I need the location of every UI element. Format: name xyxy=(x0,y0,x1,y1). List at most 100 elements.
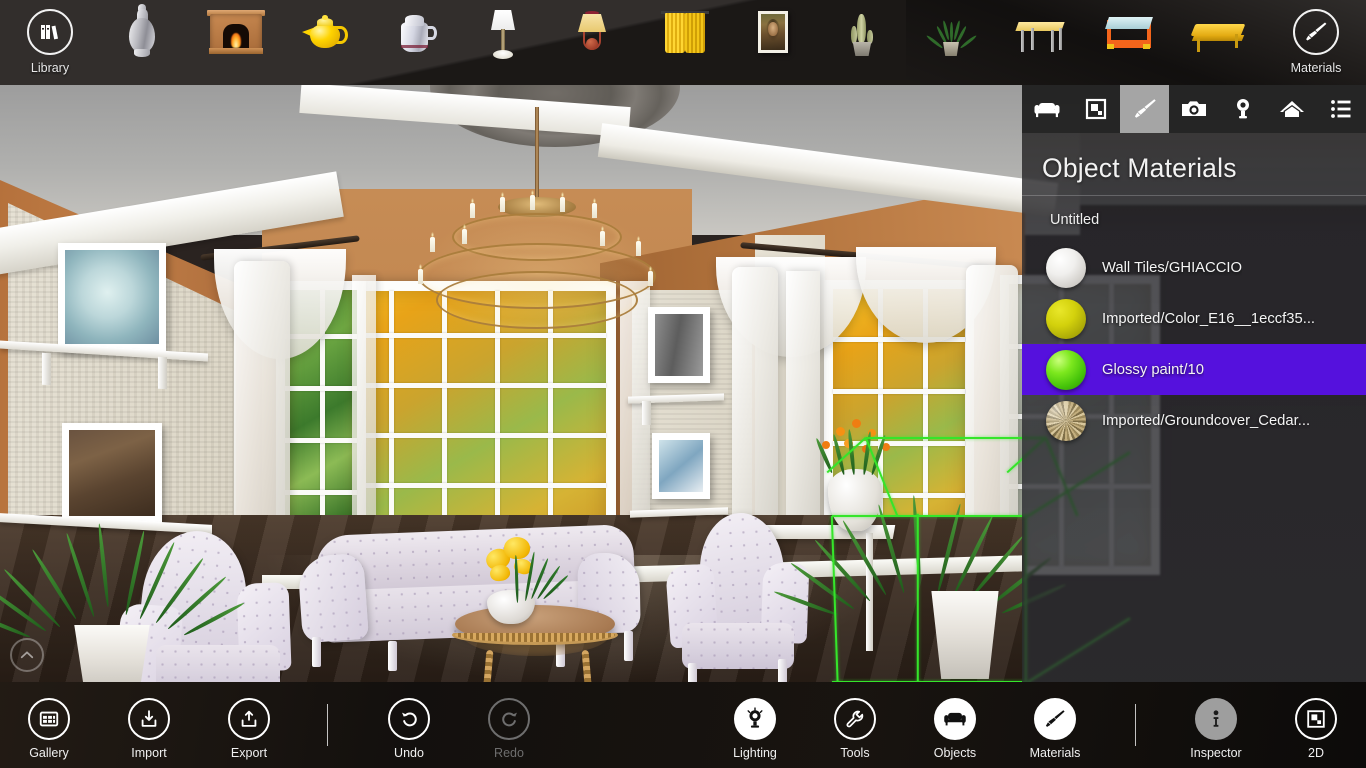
material-name: Imported/Color_E16__1eccf35... xyxy=(1102,310,1316,327)
shelf-bracket-b xyxy=(158,356,167,390)
library-label: Library xyxy=(30,61,70,75)
paintbrush-icon xyxy=(1285,4,1347,60)
object-materials-panel: Object Materials Untitled Wall Tiles/GHI… xyxy=(1022,85,1366,682)
lightbulb-icon xyxy=(1237,99,1250,119)
wall-art-lower xyxy=(62,423,162,523)
console-leg-b xyxy=(866,533,873,651)
objects-button[interactable]: Objects xyxy=(906,682,1004,768)
library-button[interactable]: Library xyxy=(2,0,98,85)
material-swatch xyxy=(1046,247,1086,288)
orange-table-icon xyxy=(1098,4,1160,60)
lightbulb-icon xyxy=(747,707,763,728)
tab-home[interactable] xyxy=(1268,85,1317,133)
viewport-collapse-button[interactable] xyxy=(10,638,44,672)
twod-button[interactable]: 2D xyxy=(1267,682,1365,768)
tab-floorplan[interactable] xyxy=(1071,85,1120,133)
material-row-selected[interactable]: Glossy paint/10 xyxy=(1022,344,1366,395)
floorplan-icon xyxy=(1307,710,1325,728)
yellow-desk-icon xyxy=(1009,4,1071,60)
upload-box-icon xyxy=(241,710,257,727)
info-icon xyxy=(1213,710,1219,727)
undo-button[interactable]: Undo xyxy=(360,682,458,768)
wall-art-upper xyxy=(58,243,166,351)
export-label: Export xyxy=(230,746,268,760)
gallery-button[interactable]: Gallery xyxy=(0,682,98,768)
thumb-curtains[interactable] xyxy=(637,0,733,85)
thumb-framed-painting[interactable] xyxy=(725,0,821,85)
material-row[interactable]: Imported/Color_E16__1eccf35... xyxy=(1022,293,1366,344)
sofa-arm-left[interactable] xyxy=(297,552,369,644)
tab-cameras[interactable] xyxy=(1169,85,1218,133)
twod-label: 2D xyxy=(1308,746,1324,760)
thumb-yellow-desk[interactable] xyxy=(992,0,1088,85)
objects-label: Objects xyxy=(933,746,977,760)
materials-button[interactable]: Materials xyxy=(1006,682,1104,768)
camera-icon xyxy=(1181,101,1206,116)
material-swatch xyxy=(1046,400,1086,441)
redo-button[interactable]: Redo xyxy=(460,682,558,768)
inspector-label: Inspector xyxy=(1190,746,1242,760)
redo-label: Redo xyxy=(494,746,524,760)
redo-arrow-icon xyxy=(501,712,517,726)
material-swatch xyxy=(1046,298,1086,339)
thumb-yellow-table[interactable] xyxy=(1170,0,1266,85)
thumb-floor-lamp[interactable] xyxy=(455,0,551,85)
curtains-icon xyxy=(654,4,716,60)
material-name: Glossy paint/10 xyxy=(1102,361,1204,378)
yellow-table-icon xyxy=(1187,4,1249,60)
gallery-label: Gallery xyxy=(29,746,69,760)
thumb-table-lamp[interactable] xyxy=(544,0,640,85)
potted-plant-icon xyxy=(920,4,982,60)
floor-lamp-icon xyxy=(472,4,534,60)
floorplan-icon xyxy=(1085,98,1106,120)
gallery-grid-icon xyxy=(39,711,59,727)
bottom-separator-right xyxy=(1135,704,1136,746)
material-row[interactable]: Wall Tiles/GHIACCIO xyxy=(1022,242,1366,293)
lighting-button[interactable]: Lighting xyxy=(706,682,804,768)
panel-body: Object Materials Untitled Wall Tiles/GHI… xyxy=(1022,133,1366,682)
silver-urn-icon xyxy=(111,4,173,60)
import-button[interactable]: Import xyxy=(100,682,198,768)
export-button[interactable]: Export xyxy=(200,682,298,768)
thumb-silver-urn[interactable] xyxy=(94,0,190,85)
material-name: Imported/Groundcover_Cedar... xyxy=(1102,412,1311,429)
tools-button[interactable]: Tools xyxy=(806,682,904,768)
lighting-label: Lighting xyxy=(733,746,777,760)
top-toolbar: Library Materials xyxy=(0,0,1366,85)
inspector-button[interactable]: Inspector xyxy=(1167,682,1265,768)
bottom-toolbar: Gallery Import Export Undo Redo Lighting… xyxy=(0,682,1366,768)
materials-toolbar-button[interactable]: Materials xyxy=(1268,0,1364,85)
tab-list[interactable] xyxy=(1317,85,1366,133)
thumb-potted-plant[interactable] xyxy=(903,0,999,85)
panel-title: Object Materials xyxy=(1042,153,1237,183)
paintbrush-icon xyxy=(1134,99,1156,118)
paintbrush-icon xyxy=(1045,710,1065,727)
material-row[interactable]: Imported/Groundcover_Cedar... xyxy=(1022,395,1366,446)
undo-arrow-icon xyxy=(401,712,417,726)
tab-objects[interactable] xyxy=(1022,85,1071,133)
app-window: Library Materials Object Materials Untit… xyxy=(0,0,1366,768)
materials-label: Materials xyxy=(1029,746,1081,760)
materials-toolbar-label: Materials xyxy=(1290,61,1342,75)
material-name: Wall Tiles/GHIACCIO xyxy=(1102,259,1243,276)
thumb-fireplace[interactable] xyxy=(188,0,284,85)
framed-painting-icon xyxy=(742,4,804,60)
home-icon xyxy=(1280,101,1305,117)
armchair-icon xyxy=(944,712,966,726)
armchair-icon xyxy=(1034,103,1060,118)
yellow-teapot-icon xyxy=(294,4,356,60)
thumb-yellow-teapot[interactable] xyxy=(277,0,373,85)
chandelier-tier-lower xyxy=(436,271,638,329)
tools-label: Tools xyxy=(840,746,870,760)
tab-materials[interactable] xyxy=(1120,85,1170,133)
thumb-orange-table[interactable] xyxy=(1081,0,1177,85)
tab-lights[interactable] xyxy=(1219,85,1268,133)
materials-list: Wall Tiles/GHIACCIO Imported/Color_E16__… xyxy=(1022,242,1366,446)
library-books-icon xyxy=(19,4,81,60)
bottom-separator-left xyxy=(327,704,328,746)
import-label: Import xyxy=(131,746,167,760)
milk-jug-icon xyxy=(383,4,445,60)
chevron-up-icon xyxy=(20,651,34,659)
thumb-cactus[interactable] xyxy=(814,0,910,85)
thumb-milk-jug[interactable] xyxy=(366,0,462,85)
